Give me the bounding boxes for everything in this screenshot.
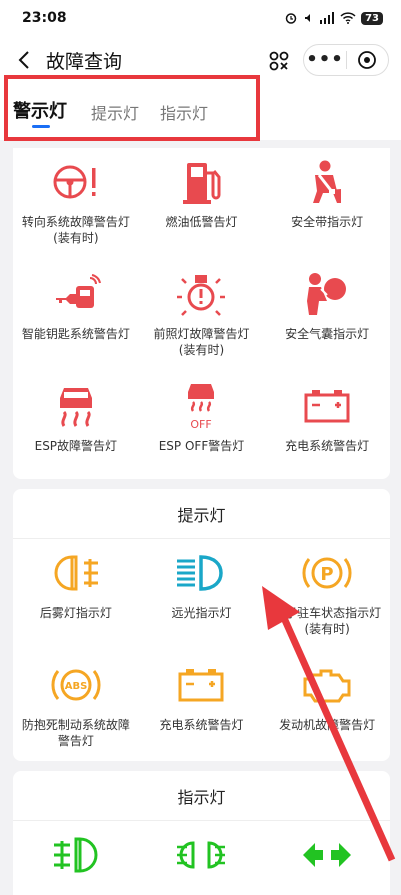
front-fog-icon	[50, 829, 102, 881]
wifi-icon	[340, 12, 356, 24]
page-title: 故障查询	[46, 50, 123, 73]
smart-key-icon	[50, 268, 102, 320]
warning-item[interactable]: 充电系统警告灯	[264, 372, 390, 479]
warning-lights-card: 转向系统故障警告灯(装有时) 燃油低警告灯 安全带指示灯 智能钥匙系统警告灯 前…	[13, 148, 390, 479]
hint-item[interactable]: 后雾灯指示灯	[13, 539, 139, 651]
hint-section-title: 提示灯	[13, 489, 390, 539]
signal-icon	[320, 12, 335, 24]
fuel-pump-icon	[175, 156, 227, 208]
position-light-icon	[175, 829, 227, 881]
warning-item-label: ESP故障警告灯	[34, 439, 118, 453]
indicator-item[interactable]	[139, 821, 265, 895]
tab-highlight-annotation	[4, 75, 260, 141]
back-arrow-icon[interactable]	[14, 50, 34, 70]
indicator-item[interactable]	[13, 821, 139, 895]
alarm-icon	[285, 13, 297, 24]
headlight-fault-icon	[175, 268, 227, 320]
warning-item-label: ESP OFF警告灯	[158, 439, 245, 453]
mini-program-capsule: •••	[303, 44, 389, 76]
engine-icon	[301, 659, 353, 711]
warning-item[interactable]: 转向系统故障警告灯(装有时)	[13, 148, 139, 260]
abs-text: ABS	[65, 681, 88, 692]
abs-icon: ABS	[50, 659, 102, 711]
hint-lights-card: 提示灯 后雾灯指示灯 远光指示灯 P 电子驻车状态指示灯(装有时) ABS 防抱…	[13, 489, 390, 761]
esp-off-text: OFF	[191, 418, 212, 430]
indicator-item[interactable]	[264, 821, 390, 895]
warning-item[interactable]: OFF ESP OFF警告灯	[139, 372, 265, 479]
indicator-lights-card: 指示灯	[13, 771, 390, 895]
battery-icon	[301, 380, 353, 432]
warning-item-label: 前照灯故障警告灯(装有时)	[153, 327, 250, 357]
warning-item-label: 充电系统警告灯	[285, 439, 370, 453]
seatbelt-icon	[301, 156, 353, 208]
status-icons: 73	[285, 11, 383, 25]
hint-item[interactable]: 远光指示灯	[139, 539, 265, 651]
battery-icon	[175, 659, 227, 711]
status-time: 23:08	[22, 10, 67, 26]
more-icon[interactable]: •••	[304, 45, 346, 75]
parking-p-text: P	[321, 564, 334, 585]
hint-item-label: 防抱死制动系统故障警告灯	[21, 718, 130, 748]
warning-item-label: 转向系统故障警告灯(装有时)	[21, 215, 130, 245]
status-bar: 23:08 73	[0, 0, 401, 36]
esp-icon	[50, 380, 102, 432]
hint-item[interactable]: 充电系统警告灯	[139, 651, 265, 761]
hint-item[interactable]: 发动机故障警告灯	[264, 651, 390, 761]
hint-item-label: 充电系统警告灯	[159, 718, 244, 732]
warning-item[interactable]: 智能钥匙系统警告灯	[13, 260, 139, 372]
warning-item-label: 燃油低警告灯	[165, 215, 238, 229]
hint-item-label: 电子驻车状态指示灯(装有时)	[273, 606, 382, 636]
hint-item[interactable]: P 电子驻车状态指示灯(装有时)	[264, 539, 390, 651]
esp-off-icon: OFF	[175, 380, 227, 432]
turn-signal-icon	[301, 829, 353, 881]
high-beam-icon	[175, 547, 227, 599]
hint-item-label: 后雾灯指示灯	[39, 606, 112, 620]
warning-item-label: 安全带指示灯	[291, 215, 364, 229]
warning-item[interactable]: ESP故障警告灯	[13, 372, 139, 479]
steering-warning-icon	[50, 156, 102, 208]
parking-brake-icon: P	[301, 547, 353, 599]
airbag-icon	[301, 268, 353, 320]
mute-icon	[305, 14, 311, 22]
close-target-icon[interactable]	[347, 50, 388, 70]
warning-item[interactable]: 燃油低警告灯	[139, 148, 265, 260]
hint-item[interactable]: ABS 防抱死制动系统故障警告灯	[13, 651, 139, 761]
battery-level: 73	[361, 11, 383, 25]
warning-item-label: 智能钥匙系统警告灯	[21, 327, 130, 341]
hint-item-label: 发动机故障警告灯	[279, 718, 376, 732]
warning-item-label: 安全气囊指示灯	[285, 327, 370, 341]
warning-item[interactable]: 安全气囊指示灯	[264, 260, 390, 372]
warning-item[interactable]: 安全带指示灯	[264, 148, 390, 260]
hint-item-label: 远光指示灯	[171, 606, 232, 620]
indicator-section-title: 指示灯	[13, 771, 390, 821]
rear-fog-icon	[50, 547, 102, 599]
scan-code-icon[interactable]	[268, 50, 290, 72]
warning-item[interactable]: 前照灯故障警告灯(装有时)	[139, 260, 265, 372]
